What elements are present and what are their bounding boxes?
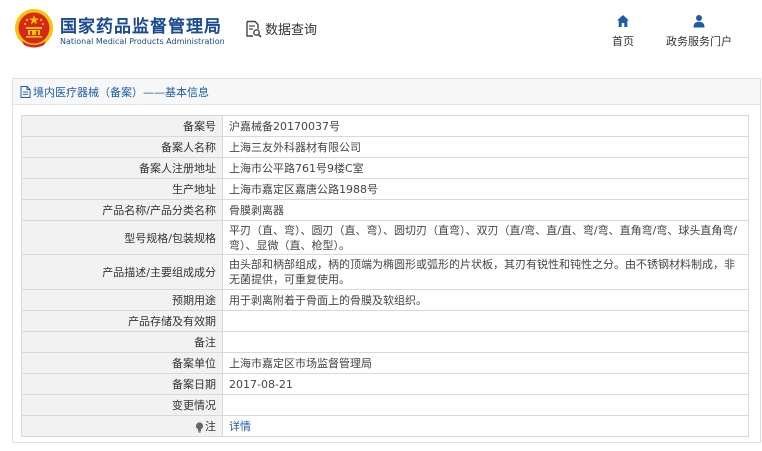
nav-home[interactable]: 首页	[606, 14, 640, 49]
table-row: 产品描述/主要组成成分 由头部和柄部组成，柄的顶端为椭圆形或弧形的片状板，其刃有…	[21, 254, 749, 290]
field-label: 产品名称/产品分类名称	[21, 199, 223, 221]
field-value	[222, 394, 749, 416]
field-label: 备案号	[21, 115, 223, 137]
field-value: 上海市嘉定区市场监督管理局	[222, 352, 749, 374]
document-icon	[20, 85, 31, 98]
field-value: 2017-08-21	[222, 373, 749, 395]
field-value: 上海市嘉定区嘉唐公路1988号	[222, 178, 749, 200]
record-panel: 境内医疗器械（备案）——基本信息 备案号 沪嘉械备20170037号 备案人名称…	[12, 78, 761, 443]
table-row: 生产地址 上海市嘉定区嘉唐公路1988号	[21, 178, 749, 200]
field-value	[222, 310, 749, 332]
panel-title: 境内医疗器械（备案）——基本信息	[13, 79, 760, 105]
field-value: 上海三友外科器材有限公司	[222, 136, 749, 158]
table-row: 产品名称/产品分类名称 骨膜剥离器	[21, 199, 749, 221]
table-row: 型号规格/包装规格 平刃（直、弯）、圆刃（直、弯）、圆切刃（直弯）、双刃（直/弯…	[21, 220, 749, 255]
table-row: 预期用途 用于剥离附着于骨面上的骨膜及软组织。	[21, 289, 749, 311]
field-value: 沪嘉械备20170037号	[222, 115, 749, 137]
table-row: 备案单位 上海市嘉定区市场监督管理局	[21, 352, 749, 374]
record-table: 备案号 沪嘉械备20170037号 备案人名称 上海三友外科器材有限公司 备案人…	[21, 115, 749, 437]
field-label: 生产地址	[21, 178, 223, 200]
field-label: 产品存储及有效期	[21, 310, 223, 332]
field-label: 备案人名称	[21, 136, 223, 158]
note-label-cell: 注	[21, 415, 223, 437]
field-label: 注	[205, 420, 216, 433]
table-row: 备案日期 2017-08-21	[21, 373, 749, 395]
nav-service-portal-label: 政务服务门户	[666, 35, 732, 48]
panel-title-text: 境内医疗器械（备案）——基本信息	[33, 85, 209, 99]
national-emblem-icon	[15, 9, 53, 48]
table-row: 备案号 沪嘉械备20170037号	[21, 115, 749, 137]
lightbulb-icon	[195, 421, 204, 432]
data-query-title[interactable]: 数据查询	[244, 19, 317, 38]
field-label: 预期用途	[21, 289, 223, 311]
data-query-label: 数据查询	[265, 23, 318, 38]
table-row: 产品存储及有效期	[21, 310, 749, 332]
field-value: 骨膜剥离器	[222, 199, 749, 221]
field-value: 上海市公平路761号9楼C室	[222, 157, 749, 179]
field-value: 平刃（直、弯）、圆刃（直、弯）、圆切刃（直弯）、双刃（直/弯、直/直、弯/弯、直…	[222, 220, 749, 255]
nav-home-label: 首页	[612, 35, 634, 48]
brand-name-en[interactable]: National Medical Products Administration	[60, 37, 225, 46]
user-icon	[693, 15, 705, 28]
field-value	[222, 331, 749, 353]
brand-name-cn[interactable]: 国家药品监督管理局	[60, 12, 222, 37]
field-label: 备案人注册地址	[21, 157, 223, 179]
field-value: 用于剥离附着于骨面上的骨膜及软组织。	[222, 289, 749, 311]
note-value-cell: 详情	[222, 415, 749, 437]
field-label: 备案日期	[21, 373, 223, 395]
field-label: 备注	[21, 331, 223, 353]
field-label: 备案单位	[21, 352, 223, 374]
table-row: 备案人注册地址 上海市公平路761号9楼C室	[21, 157, 749, 179]
home-icon	[617, 15, 629, 27]
site-header: 国家药品监督管理局 National Medical Products Admi…	[0, 0, 762, 66]
table-row: 变更情况	[21, 394, 749, 416]
table-row: 备案人名称 上海三友外科器材有限公司	[21, 136, 749, 158]
nav-service-portal[interactable]: 政务服务门户	[659, 14, 739, 49]
details-link[interactable]: 详情	[229, 420, 251, 433]
field-value: 由头部和柄部组成，柄的顶端为椭圆形或弧形的片状板，其刃有锐性和钝性之分。由不锈钢…	[222, 254, 749, 290]
table-row: 备注	[21, 331, 749, 353]
table-row: 注 详情	[21, 415, 749, 437]
field-label: 变更情况	[21, 394, 223, 416]
document-search-icon	[246, 20, 262, 38]
field-label: 产品描述/主要组成成分	[21, 254, 223, 290]
field-label: 型号规格/包装规格	[21, 220, 223, 255]
